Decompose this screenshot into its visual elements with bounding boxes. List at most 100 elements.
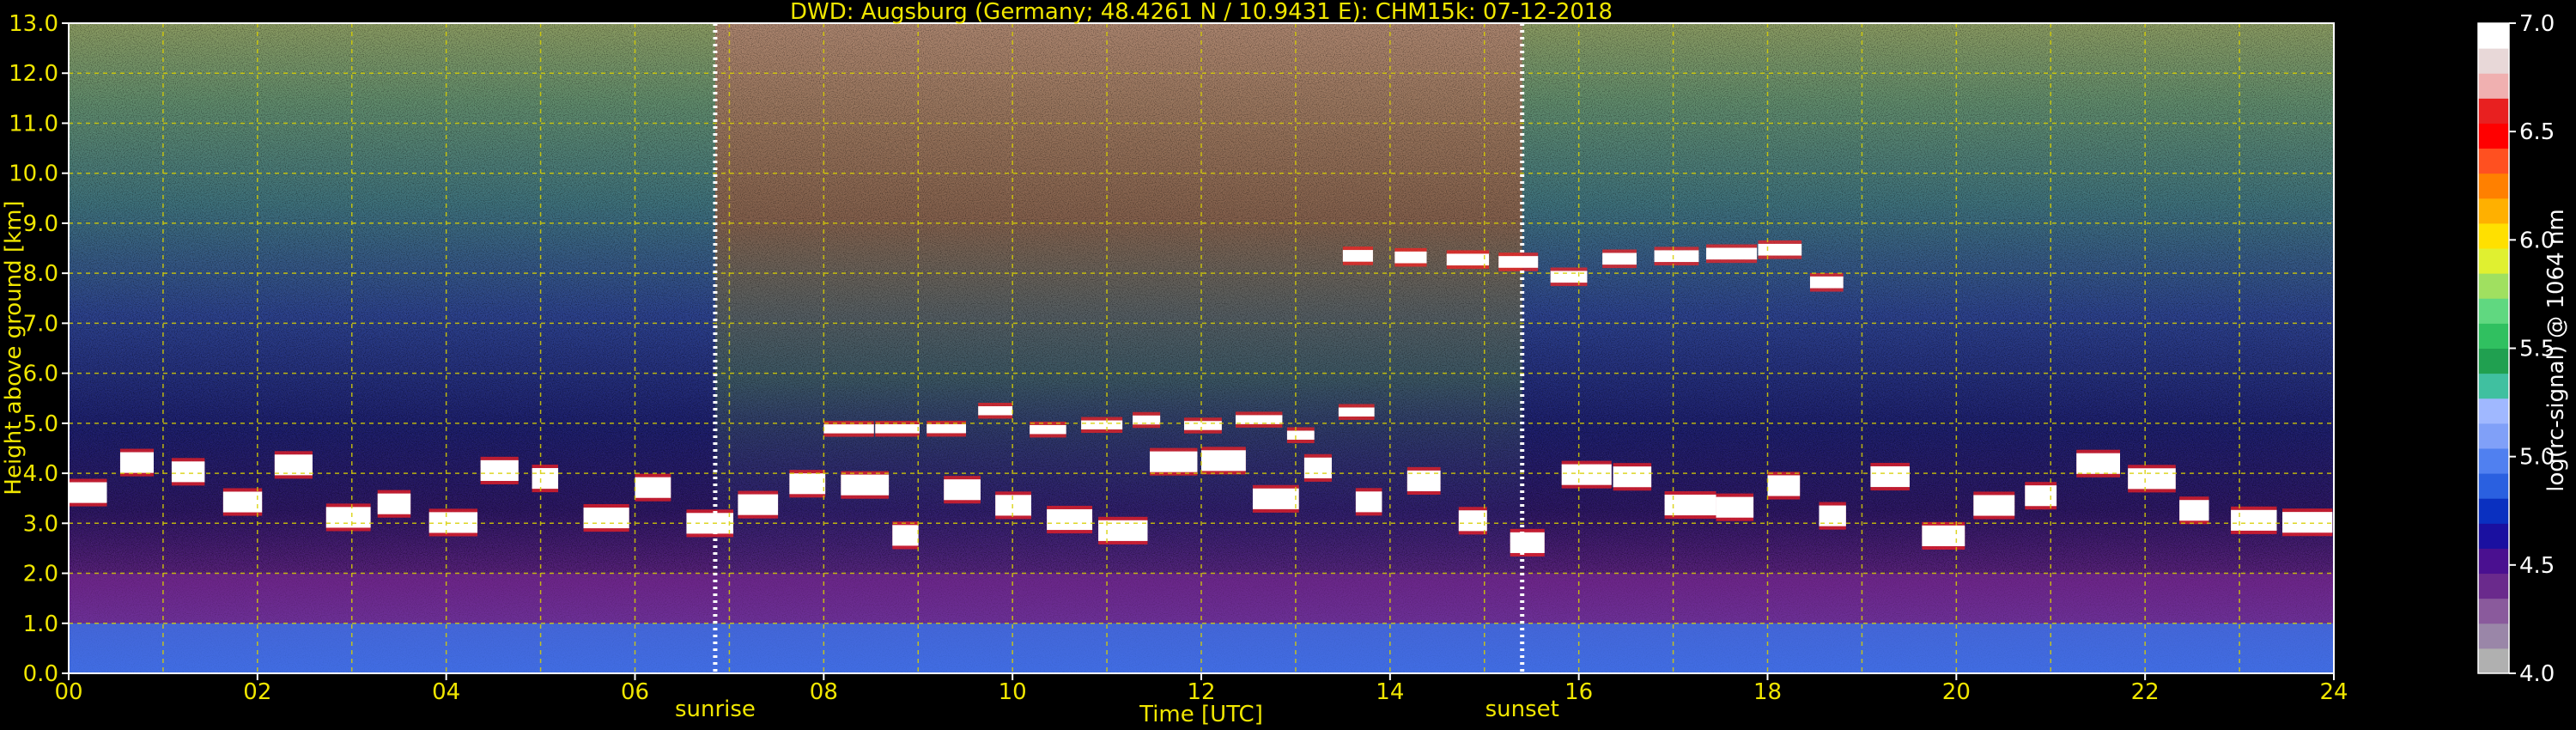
x-tick-label: 00	[54, 679, 82, 705]
colorbar-segment	[2478, 573, 2509, 599]
cloud-strip	[1716, 496, 1754, 518]
colorbar-segment	[2478, 198, 2509, 224]
x-tick-label: 10	[999, 679, 1027, 705]
cloud-strip	[1394, 251, 1427, 264]
colorbar-segment	[2478, 123, 2509, 149]
colorbar-segment	[2478, 598, 2509, 624]
cloud-strip	[2231, 509, 2277, 531]
y-tick-label: 5.0	[23, 411, 58, 437]
cloud-strip	[1081, 420, 1123, 430]
cloud-strip	[377, 493, 411, 514]
colorbar-segment	[2478, 447, 2509, 474]
marker-label-sunset: sunset	[1485, 697, 1559, 722]
colorbar-segment	[2478, 498, 2509, 524]
cloud-strip	[1446, 253, 1490, 266]
x-axis-label: Time [UTC]	[1139, 702, 1263, 727]
colorbar-segment	[2478, 273, 2509, 299]
cloud-strip	[1235, 415, 1283, 424]
x-tick-label: 04	[432, 679, 460, 705]
colorbar-label: log(rc-signal) @ 1064 nm	[2543, 209, 2569, 491]
x-tick-label: 24	[2319, 679, 2348, 705]
colorbar-segment	[2478, 298, 2509, 324]
cloud-strip	[1030, 424, 1066, 435]
colorbar-segment	[2478, 73, 2509, 99]
colorbar-segment	[2478, 548, 2509, 575]
cloud-strip	[944, 479, 981, 501]
y-tick-label: 0.0	[23, 661, 58, 687]
colorbar-segment	[2478, 373, 2509, 399]
y-axis-label: Height above ground [km]	[1, 200, 27, 495]
cloud-strip	[1809, 276, 1844, 289]
colorbar-segment	[2478, 173, 2509, 199]
colorbar-segment	[2478, 98, 2509, 124]
y-tick-label: 9.0	[23, 211, 58, 237]
colorbar-segment	[2478, 648, 2509, 674]
y-tick-label: 11.0	[9, 111, 58, 137]
chart-title: DWD: Augsburg (Germany; 48.4261 N / 10.9…	[790, 0, 1613, 25]
colorbar-tick-label: 4.5	[2519, 553, 2555, 579]
cloud-strip	[1303, 457, 1332, 478]
cloud-strip	[927, 423, 967, 434]
cloud-strip	[1342, 250, 1373, 262]
colorbar-segment	[2478, 148, 2509, 174]
y-tick-label: 10.0	[9, 161, 58, 187]
cloud-strip	[1498, 256, 1539, 268]
cloud-strip	[841, 474, 890, 496]
marker-label-sunrise: sunrise	[675, 697, 756, 722]
colorbar-segment	[2478, 523, 2509, 549]
cloud-strip	[1922, 525, 1965, 546]
cloud-strip	[428, 512, 478, 533]
cloud-strip	[789, 473, 826, 495]
cloud-strip	[995, 495, 1032, 516]
cloud-strip	[480, 459, 519, 481]
colorbar-segment	[2478, 398, 2509, 424]
cloud-strip	[1184, 421, 1222, 430]
x-tick-label: 16	[1564, 679, 1593, 705]
cloud-strip	[119, 452, 155, 473]
y-tick-label: 7.0	[23, 311, 58, 337]
x-tick-label: 08	[810, 679, 838, 705]
ceilometer-chart: 00 02 04 06 08 10 12 14 16 18 20 22 240.01.02.03.04.…	[1, 0, 2569, 727]
cloud-strip	[69, 482, 107, 503]
x-tick-label: 06	[621, 679, 649, 705]
cloud-strip	[1870, 465, 1910, 488]
cloud-strip	[892, 525, 919, 546]
cloud-strip	[1098, 520, 1148, 541]
y-tick-label: 12.0	[9, 61, 58, 87]
cloud-strip	[2076, 453, 2121, 474]
colorbar-segment	[2478, 423, 2509, 449]
cloud-strip	[1338, 407, 1375, 417]
colorbar-tick-label: 4.0	[2519, 661, 2555, 687]
x-tick-label: 02	[243, 679, 271, 705]
y-tick-label: 2.0	[23, 562, 58, 587]
y-tick-label: 13.0	[9, 11, 58, 37]
cloud-strip	[978, 406, 1013, 416]
y-tick-label: 3.0	[23, 511, 58, 537]
colorbar-tick-label: 7.0	[2519, 11, 2555, 37]
cloud-strip	[875, 424, 920, 434]
cloud-strip	[532, 468, 559, 490]
colorbar-tick-label: 6.5	[2519, 119, 2555, 145]
layer-band	[69, 623, 2334, 673]
x-tick-label: 22	[2131, 679, 2160, 705]
cloud-strip	[1047, 508, 1093, 531]
colorbar-segment	[2478, 222, 2509, 249]
x-tick-label: 20	[1942, 679, 1971, 705]
colorbar-segment	[2478, 473, 2509, 499]
cloud-strip	[823, 424, 874, 434]
cloud-strip	[1458, 510, 1487, 532]
cloud-strip	[1286, 430, 1315, 440]
y-tick-label: 6.0	[23, 362, 58, 387]
cloud-strip	[1602, 252, 1637, 265]
cloud-strip	[2128, 468, 2176, 490]
cloud-strip	[1654, 250, 1699, 263]
y-tick-label: 4.0	[23, 461, 58, 487]
y-tick-label: 1.0	[23, 611, 58, 637]
colorbar-segment	[2478, 23, 2509, 49]
cloud-strip	[635, 477, 671, 498]
colorbar-segment	[2478, 623, 2509, 649]
cloud-strip	[1664, 494, 1716, 516]
cloud-strip	[325, 507, 371, 528]
cloud-strip	[1252, 488, 1299, 509]
colorbar-segment	[2478, 48, 2509, 74]
